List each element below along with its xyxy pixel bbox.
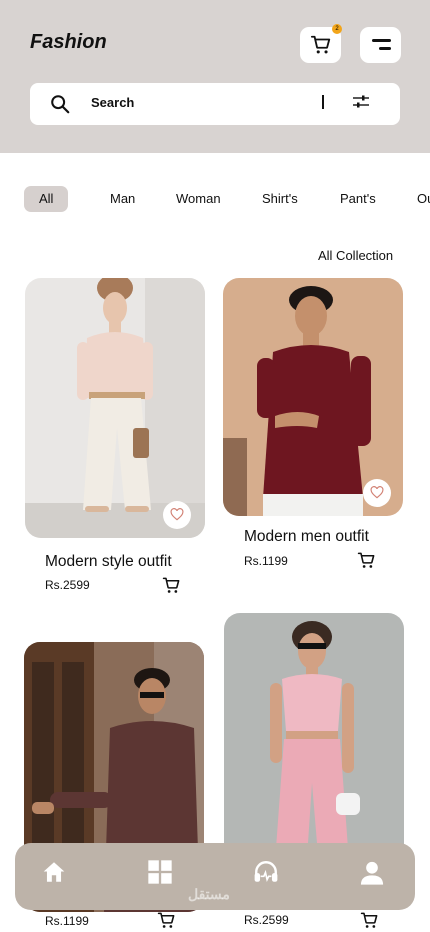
- add-to-cart-icon[interactable]: [360, 911, 379, 930]
- category-all[interactable]: All: [24, 186, 69, 212]
- search-bar[interactable]: Search: [30, 83, 400, 125]
- all-collection-link[interactable]: All Collection: [318, 248, 393, 263]
- text-cursor: [322, 95, 324, 109]
- favorite-button[interactable]: [363, 479, 391, 507]
- category-tabs: All Man Woman Shirt's Pant's Ou: [0, 186, 430, 214]
- menu-icon: [371, 39, 391, 50]
- category-man[interactable]: Man: [110, 186, 135, 212]
- menu-button[interactable]: [360, 27, 401, 63]
- product-price: Rs.2599: [244, 913, 289, 927]
- category-shirts[interactable]: Shirt's: [262, 186, 298, 212]
- grid-icon[interactable]: [146, 858, 174, 886]
- search-input[interactable]: Search: [91, 95, 134, 110]
- heart-icon: [370, 486, 384, 499]
- product-title: Modern style outfit: [45, 553, 172, 570]
- filter-icon[interactable]: [351, 92, 371, 112]
- support-icon[interactable]: [252, 859, 280, 885]
- category-pants[interactable]: Pant's: [340, 186, 376, 212]
- profile-icon[interactable]: [358, 859, 386, 887]
- cart-icon: [310, 35, 330, 54]
- add-to-cart-icon[interactable]: [357, 551, 376, 570]
- category-outerwear[interactable]: Ou: [417, 186, 430, 212]
- product-image[interactable]: [25, 278, 205, 538]
- product-price: Rs.1199: [45, 914, 89, 928]
- heart-icon: [170, 508, 184, 521]
- product-price: Rs.2599: [45, 578, 90, 592]
- cart-count-badge: 2: [332, 24, 342, 34]
- brand-title: Fashion: [30, 31, 107, 53]
- product-title: Modern men outfit: [244, 528, 369, 545]
- cart-button[interactable]: 2: [300, 24, 342, 63]
- home-icon[interactable]: [41, 859, 67, 885]
- add-to-cart-icon[interactable]: [157, 911, 176, 930]
- watermark: مستقل: [188, 886, 230, 902]
- header: [0, 0, 430, 153]
- add-to-cart-icon[interactable]: [162, 576, 181, 595]
- category-woman[interactable]: Woman: [176, 186, 221, 212]
- search-icon: [51, 95, 70, 114]
- product-price: Rs.1199: [244, 554, 288, 568]
- favorite-button[interactable]: [163, 501, 191, 529]
